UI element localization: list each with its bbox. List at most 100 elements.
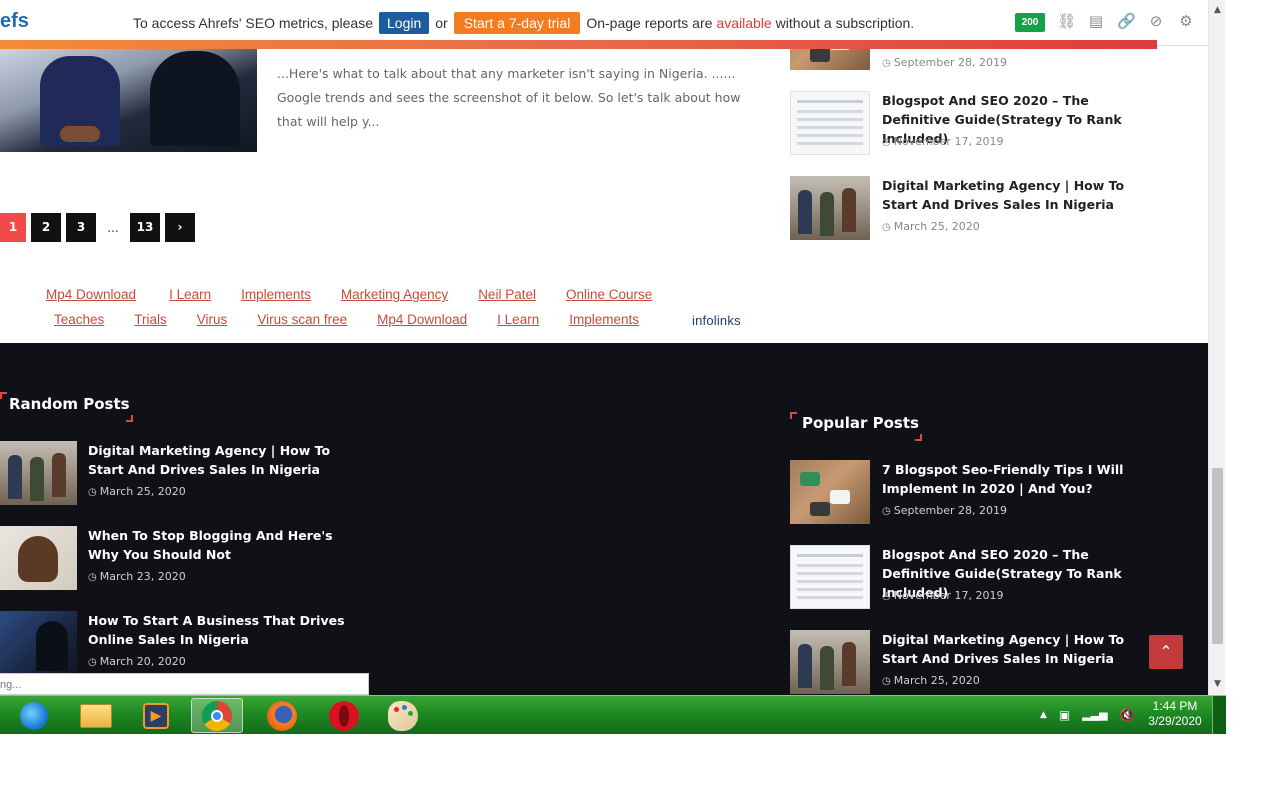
page-link[interactable]: 2 — [31, 213, 61, 242]
back-to-top-button[interactable]: ⌃ — [1149, 635, 1183, 669]
ahrefs-available-link[interactable]: available — [716, 15, 771, 31]
post-thumbnail[interactable] — [790, 460, 870, 524]
post-title[interactable]: When To Stop Blogging And Here's Why You… — [88, 526, 363, 564]
show-hidden-icons-icon[interactable]: ▲ — [1040, 710, 1047, 720]
pagination: 1 2 3 ... 13 › — [0, 213, 195, 242]
heading-corner — [915, 434, 922, 441]
post-title[interactable]: How To Start A Business That Drives Onli… — [88, 611, 363, 649]
infolink[interactable]: Trials — [134, 312, 167, 327]
post-date: ◷ March 25, 2020 — [882, 674, 980, 687]
post-title[interactable]: 7 Blogspot Seo-Friendly Tips I Will Impl… — [882, 460, 1157, 498]
network-signal-icon[interactable]: ▂▃▅ — [1082, 708, 1107, 721]
ahrefs-logo[interactable]: efs — [0, 10, 29, 33]
infolink[interactable]: Implements — [569, 312, 639, 327]
heading-corner — [790, 412, 797, 419]
infolink[interactable]: Teaches — [54, 312, 104, 327]
clock-icon: ◷ — [882, 506, 891, 517]
chevron-right-icon[interactable]: › — [165, 213, 195, 242]
system-clock[interactable]: 1:44 PM 3/29/2020 — [1140, 699, 1210, 729]
post-thumbnail[interactable] — [790, 176, 870, 240]
post-date: ◷ March 25, 2020 — [882, 220, 980, 233]
infolink[interactable]: Mp4 Download — [46, 287, 136, 302]
page-last[interactable]: 13 — [130, 213, 160, 242]
system-tray: ▲ ▣ ▂▃▅ 🔇 — [1040, 695, 1135, 734]
post-thumbnail[interactable] — [0, 441, 77, 505]
scrollbar-thumb[interactable] — [1212, 468, 1223, 644]
infolink[interactable]: Marketing Agency — [341, 287, 448, 302]
post-date: ◷ September 28, 2019 — [882, 504, 1008, 517]
infolink[interactable]: Virus — [197, 312, 228, 327]
infolink[interactable]: Implements — [241, 287, 311, 302]
ahrefs-trial-button[interactable]: Start a 7-day trial — [453, 12, 581, 34]
gear-icon[interactable]: ⚙ — [1177, 12, 1195, 30]
firefox-icon[interactable] — [256, 698, 308, 733]
link-icon[interactable]: 🔗 — [1117, 12, 1136, 30]
ahrefs-message: To access Ahrefs' SEO metrics, please Lo… — [133, 10, 914, 36]
infolink[interactable]: Online Course — [566, 287, 652, 302]
clock-icon: ◷ — [882, 591, 891, 602]
popular-posts-heading: Popular Posts — [802, 414, 919, 432]
search-input[interactable]: ng... — [0, 673, 369, 695]
clock-icon: ◷ — [882, 58, 891, 69]
sidebar-post[interactable]: Blogspot And SEO 2020 – The Definitive G… — [790, 91, 1160, 161]
clock-icon: ◷ — [882, 222, 891, 233]
post-thumbnail[interactable] — [790, 630, 870, 694]
post-title[interactable]: Digital Marketing Agency | How To Start … — [882, 630, 1157, 668]
post-date: ◷ March 25, 2020 — [88, 485, 186, 498]
pagination-ellipsis: ... — [107, 220, 119, 235]
ahrefs-login-button[interactable]: Login — [379, 12, 430, 34]
post-excerpt: ...Here's what to talk about that any ma… — [277, 66, 741, 129]
post-thumbnail[interactable] — [790, 545, 870, 609]
popular-post[interactable]: Blogspot And SEO 2020 – The Definitive G… — [790, 545, 1160, 615]
scrollbar[interactable]: ▲ ▼ — [1208, 0, 1225, 695]
clock-icon: ◷ — [88, 487, 97, 498]
random-post[interactable]: When To Stop Blogging And Here's Why You… — [0, 526, 370, 596]
ahrefs-message-suffix-1: On-page reports are — [586, 15, 713, 31]
post-title[interactable]: Digital Marketing Agency | How To Start … — [882, 176, 1157, 214]
page-current[interactable]: 1 — [0, 213, 26, 242]
infolink[interactable]: Neil Patel — [478, 287, 536, 302]
ahrefs-gradient-strip — [0, 40, 1157, 49]
heading-corner — [126, 415, 133, 422]
popular-post[interactable]: Digital Marketing Agency | How To Start … — [790, 630, 1160, 700]
post-date: ◷ March 20, 2020 — [88, 655, 186, 668]
ahrefs-message-prefix: To access Ahrefs' SEO metrics, please — [133, 15, 373, 31]
infolink[interactable]: Virus scan free — [257, 312, 347, 327]
random-post[interactable]: Digital Marketing Agency | How To Start … — [0, 441, 370, 511]
link-broken-icon[interactable]: ⛓ — [1057, 12, 1076, 30]
paint-icon[interactable] — [377, 698, 429, 733]
bookmark-icon[interactable]: ▤ — [1087, 12, 1105, 30]
media-player-icon[interactable]: ▶ — [130, 698, 182, 733]
ahrefs-status-badge[interactable]: 200 — [1015, 13, 1045, 32]
page-link[interactable]: 3 — [66, 213, 96, 242]
scroll-down-icon[interactable]: ▼ — [1209, 676, 1226, 693]
clock-icon: ◷ — [88, 572, 97, 583]
usb-device-icon[interactable]: ▣ — [1059, 708, 1070, 722]
clock-date: 3/29/2020 — [1148, 714, 1202, 728]
post-thumbnail[interactable] — [0, 526, 77, 590]
infolinks-logo[interactable]: infolinks — [692, 313, 741, 328]
scroll-up-icon[interactable]: ▲ — [1209, 2, 1226, 19]
infolink[interactable]: Mp4 Download — [377, 312, 467, 327]
post-date: ◷ March 23, 2020 — [88, 570, 186, 583]
infolink[interactable]: I Learn — [497, 312, 539, 327]
post-date: ◷ November 17, 2019 — [882, 135, 1004, 148]
sidebar-post[interactable]: Digital Marketing Agency | How To Start … — [790, 176, 1160, 246]
post-thumbnail[interactable] — [790, 91, 870, 155]
volume-muted-icon[interactable]: 🔇 — [1120, 708, 1135, 722]
opera-icon[interactable] — [318, 698, 370, 733]
random-post[interactable]: How To Start A Business That Drives Onli… — [0, 611, 370, 681]
chrome-icon[interactable] — [191, 698, 243, 733]
screen: efs To access Ahrefs' SEO metrics, pleas… — [0, 0, 1280, 800]
file-explorer-icon[interactable] — [70, 698, 122, 733]
infolink[interactable]: I Learn — [169, 287, 211, 302]
post-thumbnail[interactable] — [0, 611, 77, 675]
post-thumbnail[interactable] — [0, 46, 257, 152]
infolinks-row: Mp4 Download I Learn Implements Marketin… — [46, 287, 652, 302]
post-title[interactable]: Digital Marketing Agency | How To Start … — [88, 441, 363, 479]
show-desktop-button[interactable] — [1212, 696, 1226, 734]
block-icon[interactable]: ⊘ — [1147, 12, 1165, 30]
popular-post[interactable]: 7 Blogspot Seo-Friendly Tips I Will Impl… — [790, 460, 1160, 530]
infolinks-row: Teaches Trials Virus Virus scan free Mp4… — [54, 312, 639, 327]
internet-explorer-icon[interactable] — [8, 698, 60, 733]
